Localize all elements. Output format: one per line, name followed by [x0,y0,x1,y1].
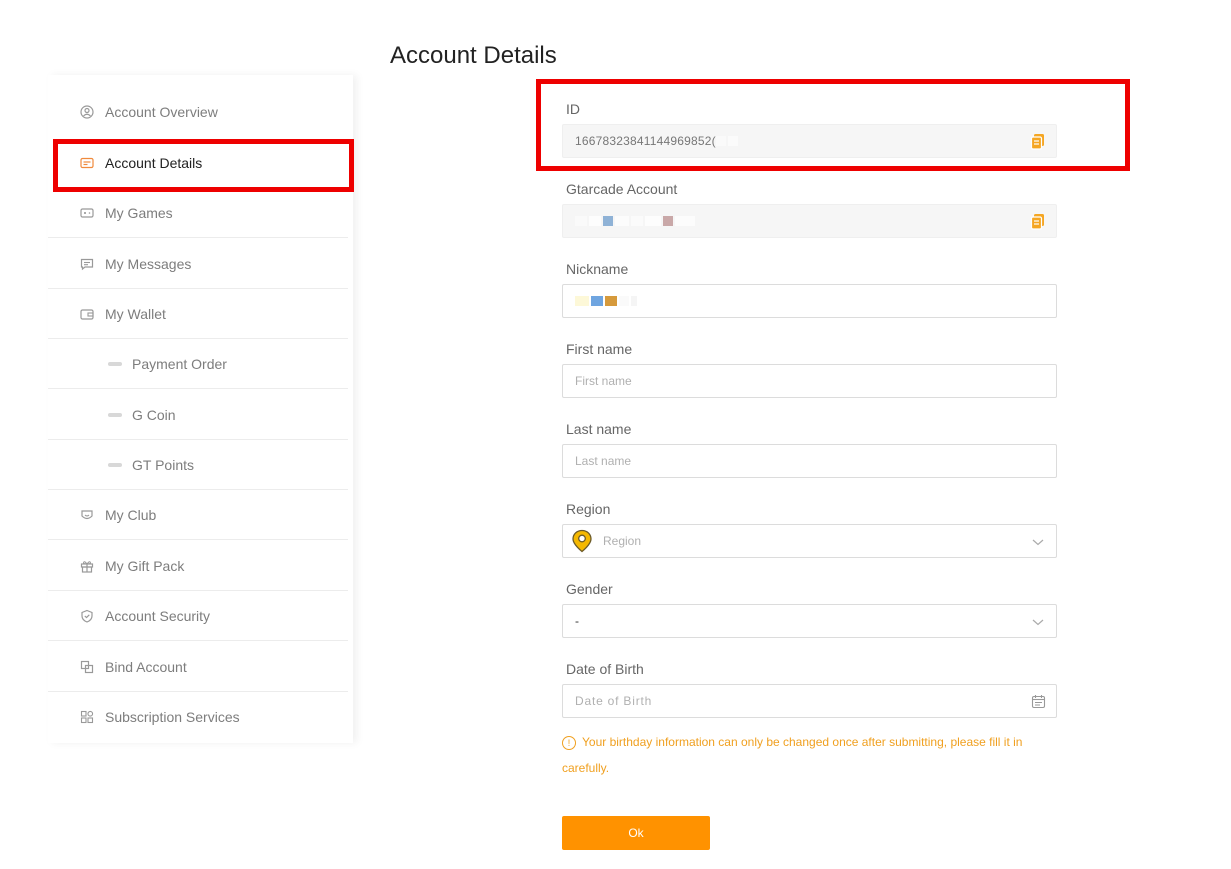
redacted-block [575,216,587,226]
ok-button[interactable]: Ok [562,816,710,850]
gender-select[interactable]: - [562,604,1057,638]
redacted-block [605,296,617,306]
redacted-block [663,216,673,226]
sidebar-item-label: Payment Order [132,355,227,372]
last-name-input[interactable]: Last name [562,444,1057,478]
id-field: 16678323841144969852( [562,124,1057,158]
sidebar-item-payment-order[interactable]: Payment Order [48,339,348,389]
link-icon [80,660,94,674]
region-placeholder: Region [603,534,642,548]
sidebar-item-my-club[interactable]: My Club [48,490,348,540]
redacted-block [631,216,643,226]
gtarcade-account-field [562,204,1057,238]
dash-icon [108,361,122,366]
redacted-block [619,296,629,306]
dob-placeholder: Date of Birth [575,694,653,708]
sidebar-item-label: My Games [105,204,173,221]
redacted-block [631,296,637,306]
sidebar-item-my-messages[interactable]: My Messages [48,239,348,289]
highlight-annotation-sidebar [53,139,354,192]
redacted-block [603,216,613,226]
sidebar-item-account-security[interactable]: Account Security [48,591,348,641]
nickname-field[interactable] [562,284,1057,318]
dob-input[interactable]: Date of Birth [562,684,1057,718]
page-title: Account Details [390,42,557,69]
gamepad-icon [80,206,94,220]
sidebar-item-label: Account Overview [105,104,218,120]
dash-icon [108,412,122,417]
redacted-block [575,296,589,306]
copy-icon[interactable] [1030,213,1046,231]
gender-label: Gender [566,581,613,597]
last-name-label: Last name [566,421,632,437]
redacted-block [675,216,695,226]
copy-icon[interactable] [1030,133,1046,151]
shield-icon [80,609,94,623]
first-name-label: First name [566,341,633,357]
redacted-block [591,296,603,306]
sidebar-item-label: G Coin [132,406,176,423]
sidebar-item-subscription-services[interactable]: Subscription Services [48,692,348,742]
calendar-icon[interactable] [1031,694,1046,709]
sidebar-item-label: My Wallet [105,305,166,322]
redacted-block [615,216,629,226]
redacted-block [645,216,661,226]
region-label: Region [566,501,611,517]
sidebar-item-label: My Gift Pack [105,557,185,574]
notice-text: Your birthday information can only be ch… [562,735,1023,775]
first-name-input[interactable]: First name [562,364,1057,398]
sidebar-item-g-coin[interactable]: G Coin [48,390,348,440]
id-label: ID [566,101,580,117]
chevron-down-icon [1032,536,1044,548]
nickname-label: Nickname [566,261,629,277]
wallet-icon [80,307,94,321]
sidebar-item-label: Subscription Services [105,709,240,725]
sidebar-item-gt-points[interactable]: GT Points [48,440,348,490]
gtarcade-account-label: Gtarcade Account [566,181,678,197]
id-value: 16678323841144969852( [575,134,716,148]
user-circle-icon [80,105,94,119]
first-name-placeholder: First name [575,374,632,388]
chevron-down-icon [1032,616,1044,628]
redacted-block [589,216,601,226]
sidebar-item-account-overview[interactable]: Account Overview [48,87,348,137]
sidebar-item-label: My Club [105,506,157,523]
sidebar-item-my-wallet[interactable]: My Wallet [48,289,348,339]
grid-icon [80,710,94,724]
redacted-block [715,136,726,146]
sidebar-item-label: Bind Account [105,658,187,675]
dash-icon [108,462,122,467]
gender-value: - [575,614,580,628]
location-pin-icon [571,529,593,553]
sidebar-item-my-gift-pack[interactable]: My Gift Pack [48,541,348,591]
sidebar-item-bind-account[interactable]: Bind Account [48,642,348,692]
club-icon [80,508,94,522]
dob-label: Date of Birth [566,661,644,677]
warning-icon: ! [562,736,576,750]
sidebar-item-my-games[interactable]: My Games [48,188,348,238]
region-select[interactable]: Region [562,524,1057,558]
message-icon [80,257,94,271]
last-name-placeholder: Last name [575,454,632,468]
redacted-block [727,136,738,146]
sidebar-item-label: GT Points [132,456,194,473]
sidebar-item-label: Account Security [105,607,211,624]
gift-icon [80,559,94,573]
birthday-notice: ! Your birthday information can only be c… [562,729,1042,781]
sidebar-item-label: My Messages [105,255,192,272]
